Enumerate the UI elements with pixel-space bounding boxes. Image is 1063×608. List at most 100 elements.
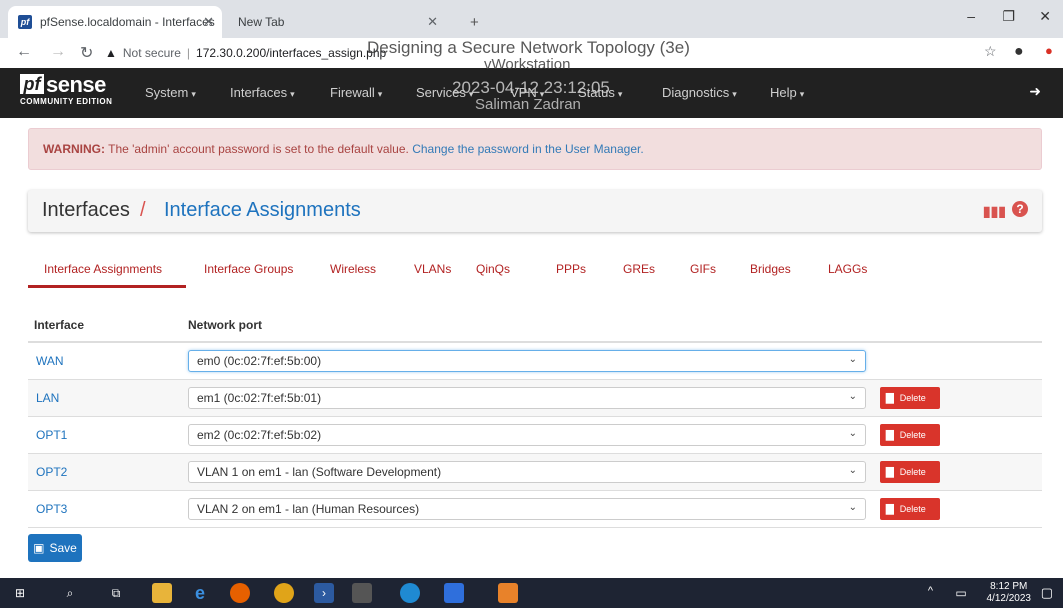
- remote-app-icon[interactable]: [498, 583, 518, 603]
- page-title[interactable]: Interface Assignments: [164, 199, 361, 222]
- chevron-down-icon: ⌄: [848, 465, 857, 476]
- logo-pf: pf: [20, 74, 44, 94]
- firefox-icon[interactable]: [230, 583, 250, 603]
- network-icon[interactable]: ▭: [953, 583, 969, 603]
- nav-diagnostics[interactable]: Diagnostics ▾: [662, 85, 737, 100]
- network-port-select[interactable]: VLAN 2 on em1 - lan (Human Resources) ⌄: [188, 498, 866, 520]
- profile-icon[interactable]: ●: [1014, 43, 1024, 61]
- network-port-value: VLAN 2 on em1 - lan (Human Resources): [197, 502, 420, 516]
- interface-name-link[interactable]: LAN: [36, 391, 59, 405]
- trash-icon: ▇: [886, 392, 894, 404]
- tab-interface-groups[interactable]: Interface Groups: [204, 262, 293, 276]
- reload-icon[interactable]: ↻: [80, 43, 93, 63]
- network-port-select[interactable]: em0 (0c:02:7f:ef:5b:00) ⌄: [188, 350, 866, 372]
- edge-icon[interactable]: [400, 583, 420, 603]
- user-manager-link[interactable]: Change the password in the User Manager.: [412, 142, 643, 156]
- network-port-select[interactable]: em1 (0c:02:7f:ef:5b:01) ⌄: [188, 387, 866, 409]
- tray-expand-icon[interactable]: ^: [928, 585, 933, 597]
- nav-vpn[interactable]: VPN ▾: [510, 85, 544, 100]
- table-row: OPT2 VLAN 1 on em1 - lan (Software Devel…: [28, 454, 1042, 491]
- chevron-down-icon: ⌄: [848, 428, 857, 439]
- network-port-value: VLAN 1 on em1 - lan (Software Developmen…: [197, 465, 442, 479]
- tab-gres[interactable]: GREs: [623, 262, 655, 276]
- nav-firewall[interactable]: Firewall ▾: [330, 85, 382, 100]
- url-separator: |: [186, 46, 191, 60]
- tab-bridges[interactable]: Bridges: [750, 262, 791, 276]
- url-field[interactable]: ▲ Not secure | 172.30.0.200/interfaces_a…: [105, 41, 965, 65]
- delete-button[interactable]: ▇ Delete: [880, 387, 940, 409]
- nav-help[interactable]: Help ▾: [770, 85, 804, 100]
- update-icon[interactable]: ●: [1045, 43, 1053, 58]
- windows-taskbar: ⊞ ⌕ ⧉ e › ^ ▭ 8:12 PM 4/12/2023 ▢: [0, 578, 1063, 608]
- tab-gifs[interactable]: GIFs: [690, 262, 716, 276]
- chart-icon[interactable]: ▮▮▮: [983, 203, 1006, 220]
- forward-icon[interactable]: →: [50, 43, 66, 61]
- tab-ppps[interactable]: PPPs: [556, 262, 586, 276]
- windows-start-icon[interactable]: ⊞: [10, 583, 30, 603]
- address-bar: ← → ↻ ▲ Not secure | 172.30.0.200/interf…: [0, 38, 1063, 68]
- trash-icon: ▇: [886, 466, 894, 478]
- save-label: Save: [49, 541, 77, 555]
- nav-interfaces[interactable]: Interfaces ▾: [230, 85, 295, 100]
- table-row: WAN em0 (0c:02:7f:ef:5b:00) ⌄: [28, 343, 1042, 380]
- pfsense-logo[interactable]: pf sense COMMUNITY EDITION: [20, 72, 120, 112]
- breadcrumb-separator: /: [140, 199, 146, 221]
- nav-system[interactable]: System ▾: [145, 85, 196, 100]
- chrome-icon[interactable]: [274, 583, 294, 603]
- network-port-select[interactable]: em2 (0c:02:7f:ef:5b:02) ⌄: [188, 424, 866, 446]
- tab-laggs[interactable]: LAGGs: [828, 262, 867, 276]
- trash-icon: ▇: [886, 503, 894, 515]
- close-tab-icon[interactable]: ✕: [427, 14, 438, 30]
- tab-interface-assignments[interactable]: Interface Assignments: [44, 262, 162, 276]
- tab-qinqs[interactable]: QinQs: [476, 262, 510, 276]
- edge-legacy-icon[interactable]: e: [190, 583, 210, 603]
- table-row: LAN em1 (0c:02:7f:ef:5b:01) ⌄ ▇ Delete: [28, 380, 1042, 417]
- warning-triangle-icon: ▲: [105, 46, 117, 60]
- active-tab-indicator: [28, 285, 186, 288]
- column-header-interface: Interface: [34, 318, 85, 332]
- delete-button[interactable]: ▇ Delete: [880, 461, 940, 483]
- back-icon[interactable]: ←: [16, 43, 32, 61]
- breadcrumb-root[interactable]: Interfaces: [42, 199, 130, 222]
- network-port-value: em2 (0c:02:7f:ef:5b:02): [197, 428, 322, 442]
- task-view-icon[interactable]: ⧉: [106, 583, 126, 603]
- tab-wireless[interactable]: Wireless: [330, 262, 376, 276]
- restore-icon[interactable]: ❐: [1002, 8, 1015, 25]
- file-explorer-icon[interactable]: [152, 583, 172, 603]
- minimize-icon[interactable]: –: [967, 8, 975, 24]
- delete-button[interactable]: ▇ Delete: [880, 424, 940, 446]
- save-disk-icon: ▣: [33, 541, 45, 555]
- close-tab-icon[interactable]: ✕: [203, 14, 214, 30]
- help-icon[interactable]: ?: [1012, 201, 1028, 217]
- chevron-down-icon: ⌄: [848, 502, 857, 513]
- interface-name-link[interactable]: WAN: [36, 354, 64, 368]
- warning-label: WARNING:: [43, 142, 105, 156]
- taskbar-clock[interactable]: 8:12 PM 4/12/2023: [987, 581, 1032, 605]
- nav-status[interactable]: Status ▾: [578, 85, 622, 100]
- interface-name-link[interactable]: OPT1: [36, 428, 67, 442]
- browser-tab-pfsense[interactable]: pf pfSense.localdomain - Interfaces ✕: [8, 6, 222, 38]
- terminal-icon[interactable]: [352, 583, 372, 603]
- logo-sense: sense: [46, 72, 106, 97]
- nav-services[interactable]: Services ▾: [416, 85, 473, 100]
- app-icon[interactable]: [444, 583, 464, 603]
- save-button[interactable]: ▣ Save: [28, 534, 82, 562]
- network-port-value: em0 (0c:02:7f:ef:5b:00): [197, 354, 322, 368]
- chevron-down-icon: ⌄: [848, 391, 857, 402]
- default-password-warning: WARNING: The 'admin' account password is…: [28, 128, 1042, 170]
- browser-tab-bar: pf pfSense.localdomain - Interfaces ✕ Ne…: [0, 0, 1063, 38]
- notification-icon[interactable]: ▢: [1041, 585, 1053, 601]
- search-icon[interactable]: ⌕: [60, 583, 80, 603]
- interface-name-link[interactable]: OPT3: [36, 502, 67, 516]
- logout-icon[interactable]: ➜: [1029, 83, 1041, 100]
- interface-name-link[interactable]: OPT2: [36, 465, 67, 479]
- powershell-icon[interactable]: ›: [314, 583, 334, 603]
- window-close-icon[interactable]: ✕: [1039, 8, 1051, 25]
- new-tab-button[interactable]: +: [470, 6, 490, 38]
- clock-time: 8:12 PM: [990, 581, 1028, 592]
- delete-button[interactable]: ▇ Delete: [880, 498, 940, 520]
- network-port-select[interactable]: VLAN 1 on em1 - lan (Software Developmen…: [188, 461, 866, 483]
- bookmark-star-icon[interactable]: ☆: [984, 43, 997, 60]
- tab-vlans[interactable]: VLANs: [414, 262, 451, 276]
- browser-tab-newtab[interactable]: New Tab ✕: [228, 6, 468, 38]
